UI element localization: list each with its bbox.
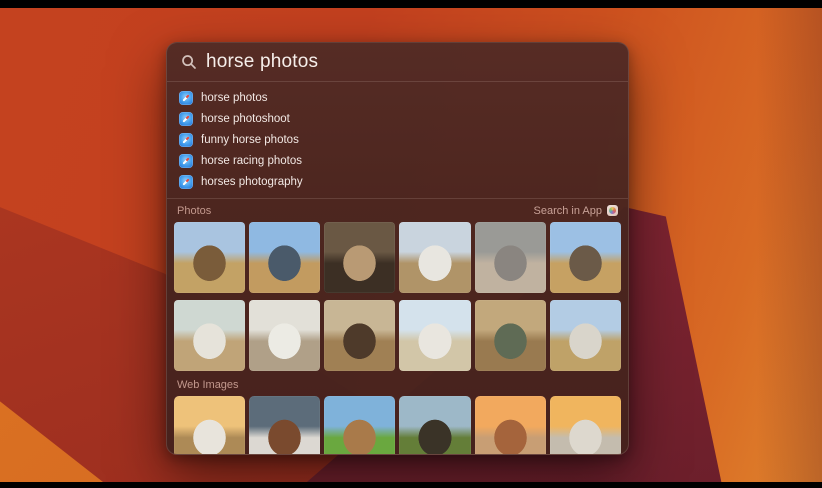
photo-thumbnail[interactable] <box>474 300 546 371</box>
web-images-section-title: Web Images <box>177 378 239 391</box>
search-bar[interactable]: horse photos <box>167 43 628 81</box>
suggestion-item[interactable]: horses photography <box>179 171 616 192</box>
safari-compass-icon <box>179 132 193 147</box>
photo-thumbnail[interactable] <box>474 222 546 293</box>
search-in-app-label: Search in App <box>533 204 603 217</box>
photos-grid-row-2 <box>174 300 621 371</box>
suggestion-item[interactable]: horse racing photos <box>179 150 616 171</box>
web-image-thumbnail[interactable] <box>399 396 471 454</box>
photo-thumbnail[interactable] <box>324 222 396 293</box>
photo-thumbnail[interactable] <box>324 300 396 371</box>
desktop-wallpaper: horse photos horse photos horse photosho… <box>0 8 822 482</box>
safari-compass-icon <box>179 90 193 105</box>
photo-thumbnail[interactable] <box>549 300 621 371</box>
photo-thumbnail[interactable] <box>399 222 471 293</box>
web-images-section-header: Web Images <box>174 373 621 396</box>
web-image-thumbnail[interactable] <box>324 396 396 454</box>
photo-thumbnail[interactable] <box>249 300 321 371</box>
web-images-grid <box>174 396 621 454</box>
safari-compass-icon <box>179 111 193 126</box>
web-image-thumbnail[interactable] <box>249 396 321 454</box>
suggestion-label: horse photoshoot <box>201 112 290 125</box>
photo-thumbnail[interactable] <box>249 222 321 293</box>
search-suggestions-list: horse photos horse photoshoot funny hors… <box>167 82 628 198</box>
web-image-thumbnail[interactable] <box>174 396 246 454</box>
suggestion-label: horses photography <box>201 175 303 188</box>
suggestion-item[interactable]: horse photoshoot <box>179 108 616 129</box>
photos-grid-row-1 <box>174 222 621 293</box>
photo-thumbnail[interactable] <box>399 300 471 371</box>
safari-compass-icon <box>179 174 193 189</box>
safari-compass-icon <box>179 153 193 168</box>
photo-thumbnail[interactable] <box>174 300 246 371</box>
suggestion-label: horse photos <box>201 91 268 104</box>
search-in-app-button[interactable]: Search in App <box>533 204 618 217</box>
suggestion-label: funny horse photos <box>201 133 299 146</box>
search-input[interactable]: horse photos <box>206 51 318 73</box>
search-icon <box>182 55 196 69</box>
web-image-thumbnail[interactable] <box>549 396 621 454</box>
suggestion-label: horse racing photos <box>201 154 303 167</box>
suggestion-item[interactable]: funny horse photos <box>179 129 616 150</box>
photos-section-title: Photos <box>177 204 212 217</box>
photos-app-icon <box>607 205 618 216</box>
photos-section-header: Photos Search in App <box>174 199 621 222</box>
spotlight-window: horse photos horse photos horse photosho… <box>166 42 629 455</box>
photo-thumbnail[interactable] <box>549 222 621 293</box>
photo-thumbnail[interactable] <box>174 222 246 293</box>
web-image-thumbnail[interactable] <box>474 396 546 454</box>
suggestion-item[interactable]: horse photos <box>179 87 616 108</box>
results-area: Photos Search in App Web Images <box>167 199 628 454</box>
